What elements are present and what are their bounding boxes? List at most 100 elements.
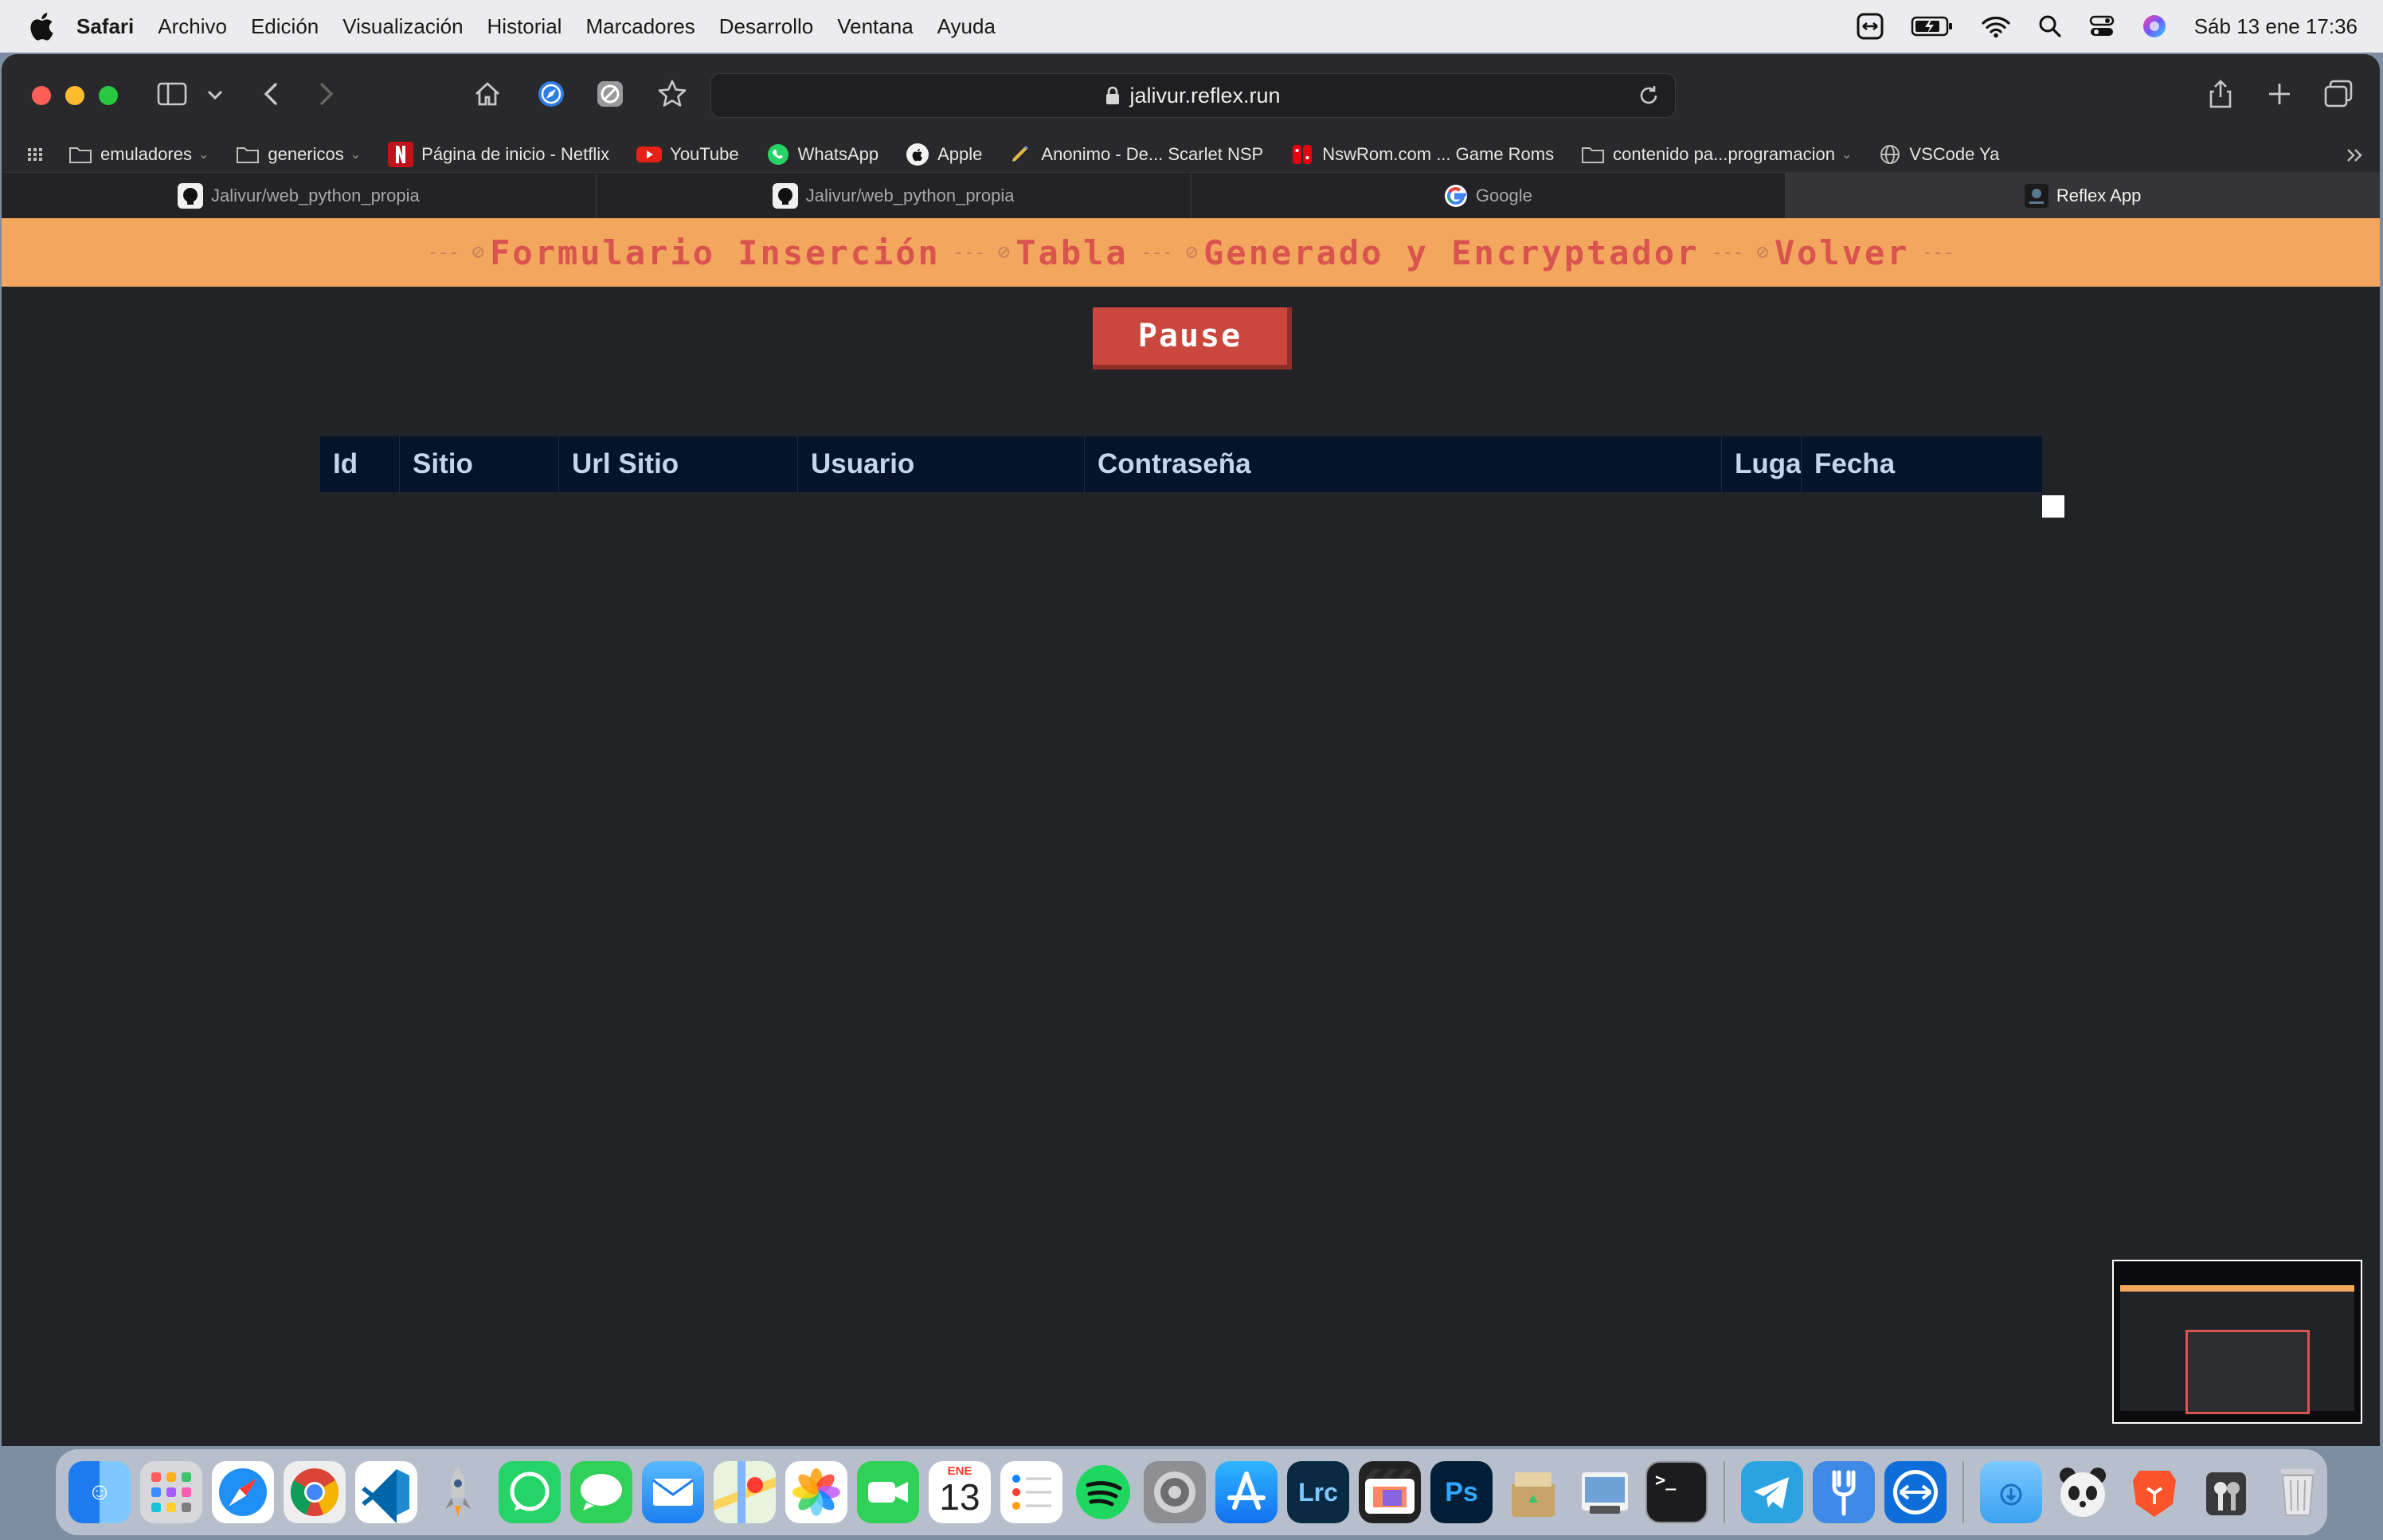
menu-app-name[interactable]: Safari — [76, 14, 134, 39]
table-scroll-handle[interactable] — [2042, 495, 2064, 518]
reload-icon[interactable] — [1637, 84, 1661, 107]
extension-block-icon[interactable] — [594, 78, 626, 110]
column-header-lugar[interactable]: Luga — [1722, 436, 1802, 492]
dock-trash-icon[interactable] — [2267, 1461, 2329, 1523]
dock-safari-icon[interactable] — [212, 1461, 274, 1523]
nav-link-formulario[interactable]: Formulario Inserción — [490, 233, 941, 272]
tab-overview-icon[interactable] — [2322, 78, 2354, 110]
column-header-url-sitio[interactable]: Url Sitio — [559, 436, 798, 492]
extension-compass-icon[interactable] — [535, 78, 567, 110]
favorite-vscode-ya[interactable]: VSCode Ya — [1879, 143, 1999, 166]
dock-whatsapp-icon[interactable] — [499, 1461, 561, 1523]
zoom-window-button[interactable] — [99, 86, 118, 105]
siri-icon[interactable] — [2142, 14, 2167, 39]
menu-ayuda[interactable]: Ayuda — [937, 14, 996, 39]
column-header-fecha[interactable]: Fecha — [1802, 436, 2042, 492]
share-icon[interactable] — [2205, 78, 2236, 110]
dock-terminal-icon[interactable]: >_ — [1645, 1461, 1708, 1523]
lightroom-label: Lrc — [1298, 1477, 1338, 1507]
dock-mail-icon[interactable] — [642, 1461, 704, 1523]
menu-ventana[interactable]: Ventana — [837, 14, 913, 39]
column-header-id[interactable]: Id — [320, 436, 400, 492]
photoshop-label: Ps — [1445, 1476, 1478, 1507]
menu-archivo[interactable]: Archivo — [158, 14, 227, 39]
tab-github-2[interactable]: Jalivur/web_python_propia — [596, 173, 1192, 219]
apple-menu-icon[interactable] — [27, 10, 54, 42]
sidebar-toggle-icon[interactable] — [156, 78, 188, 110]
dock-telegram-icon[interactable] — [1741, 1461, 1803, 1523]
favorite-contenido-programacion[interactable]: contenido pa...programacion ⌄ — [1581, 144, 1852, 165]
dock-system-settings-icon[interactable] — [1144, 1461, 1206, 1523]
home-icon[interactable] — [472, 78, 503, 110]
new-tab-icon[interactable] — [2264, 78, 2295, 110]
dock-spotify-icon[interactable] — [1072, 1461, 1134, 1523]
favorite-scarlet-nsp[interactable]: Anonimo - De... Scarlet NSP — [1009, 143, 1263, 166]
dock-panda-icon[interactable] — [2052, 1461, 2114, 1523]
whatsapp-icon — [767, 144, 788, 165]
dock-maps-icon[interactable] — [714, 1461, 776, 1523]
back-icon[interactable] — [255, 78, 287, 110]
dock-app-store-icon[interactable] — [1215, 1461, 1278, 1523]
bookmark-star-icon[interactable] — [656, 78, 688, 110]
menu-edicion[interactable]: Edición — [251, 14, 319, 39]
more-favorites-icon[interactable] — [2343, 143, 2367, 167]
menu-marcadores[interactable]: Marcadores — [585, 14, 695, 39]
favorite-whatsapp[interactable]: WhatsApp — [766, 143, 878, 166]
favorite-nswrom[interactable]: NswRom.com ... Game Roms — [1290, 143, 1554, 166]
tab-reflex-app[interactable]: Reflex App — [1786, 173, 2380, 219]
favorite-apple[interactable]: Apple — [906, 143, 982, 166]
dock-teamviewer-icon[interactable] — [1884, 1461, 1947, 1523]
dock-photoshop-icon[interactable]: Ps — [1430, 1461, 1493, 1523]
screenshot-thumbnail[interactable] — [2112, 1260, 2362, 1424]
favorite-label: Apple — [937, 144, 983, 164]
dock-lightroom-icon[interactable]: Lrc — [1287, 1461, 1349, 1523]
apps-grid-icon[interactable] — [25, 143, 48, 166]
dock-rocket-icon[interactable] — [427, 1461, 489, 1523]
dock-downloads-folder-icon[interactable] — [1980, 1461, 2042, 1523]
wifi-icon[interactable] — [1981, 14, 2011, 38]
spotlight-search-icon[interactable] — [2038, 14, 2062, 38]
control-center-icon[interactable] — [2089, 14, 2115, 38]
dock-vscode-icon[interactable] — [355, 1461, 417, 1523]
dock-reminders-icon[interactable] — [1000, 1461, 1062, 1523]
dock-brave-icon[interactable] — [2123, 1461, 2185, 1523]
menu-datetime[interactable]: Sáb 13 ene 17:36 — [2194, 14, 2358, 39]
favorite-youtube[interactable]: YouTube — [636, 144, 739, 165]
nav-link-generado[interactable]: Generado y Encryptador — [1203, 233, 1699, 272]
nav-link-volver[interactable]: Volver — [1775, 233, 1910, 272]
battery-icon[interactable] — [1911, 15, 1954, 37]
column-header-sitio[interactable]: Sitio — [400, 436, 559, 492]
chevron-down-icon[interactable] — [204, 78, 226, 110]
tab-github-1[interactable]: Jalivur/web_python_propia — [2, 173, 597, 219]
favorite-genericos[interactable]: genericos ⌄ — [236, 144, 361, 165]
favorite-netflix[interactable]: Página de inicio - Netflix — [388, 142, 609, 167]
dock-facetime-icon[interactable] — [857, 1461, 919, 1523]
dock-keychain-icon[interactable] — [2195, 1461, 2257, 1523]
forward-icon[interactable] — [311, 78, 342, 110]
column-header-contrasena[interactable]: Contraseña — [1085, 436, 1722, 492]
dock-final-cut-icon[interactable] — [1359, 1461, 1421, 1523]
dock-messages-icon[interactable] — [570, 1461, 632, 1523]
dock-archive-utility-icon[interactable] — [1502, 1461, 1564, 1523]
dock-photos-icon[interactable] — [785, 1461, 847, 1523]
dock-fork-icon[interactable] — [1813, 1461, 1875, 1523]
favorite-emuladores[interactable]: emuladores ⌄ — [68, 144, 209, 165]
nav-link-tabla[interactable]: Tabla — [1015, 233, 1128, 272]
column-header-usuario[interactable]: Usuario — [798, 436, 1085, 492]
dock-chrome-icon[interactable] — [284, 1461, 346, 1523]
tab-google[interactable]: Google — [1191, 173, 1786, 219]
menu-desarrollo[interactable]: Desarrollo — [719, 14, 814, 39]
dock-calendar-icon[interactable]: ENE 13 — [929, 1461, 991, 1523]
address-bar[interactable]: jalivur.reflex.run — [710, 73, 1676, 118]
dock-preview-icon[interactable] — [1574, 1461, 1636, 1523]
pause-button[interactable]: Pause — [1093, 307, 1292, 369]
menu-historial[interactable]: Historial — [487, 14, 562, 39]
dock-finder-icon[interactable]: ☺ — [68, 1461, 131, 1523]
menu-visualizacion[interactable]: Visualización — [342, 14, 463, 39]
teamviewer-status-icon[interactable] — [1857, 13, 1884, 40]
nav-link-icon: ⊘ — [1756, 240, 1771, 264]
dock-launchpad-icon[interactable] — [140, 1461, 202, 1523]
close-window-button[interactable] — [32, 86, 51, 105]
favorite-label: NswRom.com ... Game Roms — [1322, 144, 1555, 164]
minimize-window-button[interactable] — [65, 86, 84, 105]
